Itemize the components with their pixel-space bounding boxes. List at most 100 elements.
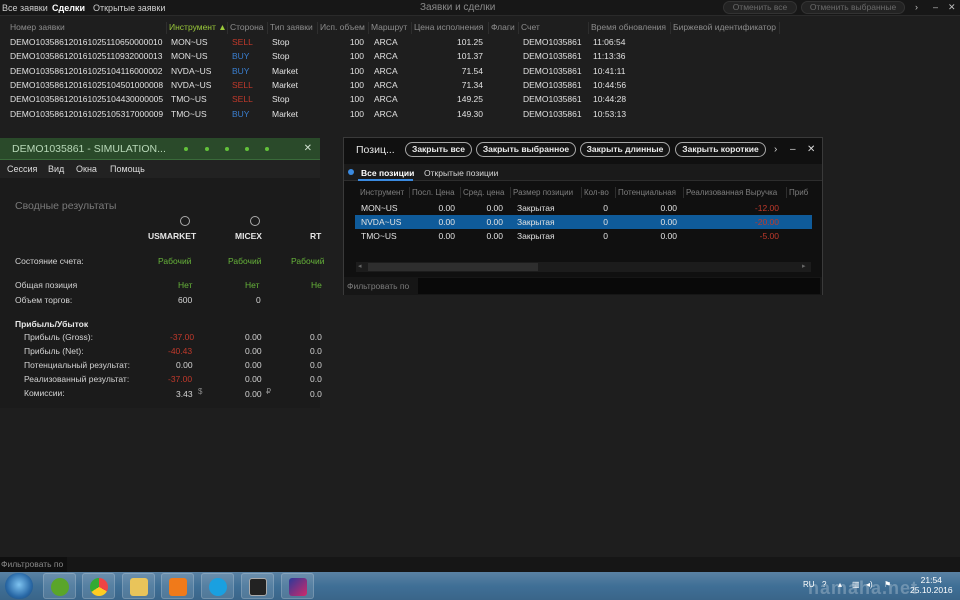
realized-result-value: 0.0 bbox=[310, 374, 322, 384]
taskbar-app-skype[interactable] bbox=[201, 573, 234, 599]
tab-open-positions[interactable]: Открытые позиции bbox=[424, 168, 498, 178]
trading-terminal-icon bbox=[289, 578, 307, 596]
col-position-size[interactable]: Размер позиции bbox=[513, 188, 573, 197]
close-icon[interactable]: ✕ bbox=[304, 143, 312, 154]
table-cell: SELL bbox=[232, 79, 253, 90]
position-cell: Закрытая bbox=[517, 203, 555, 213]
volume-icon[interactable]: ◂) bbox=[866, 580, 873, 589]
table-row[interactable]: DEMO103586120161025105317000009 TMO~US BUY… bbox=[0, 108, 960, 122]
taskbar-app-video[interactable] bbox=[241, 573, 274, 599]
col-quantity[interactable]: Кол-во bbox=[584, 188, 609, 197]
trades-filter-input[interactable] bbox=[67, 557, 960, 572]
minimize-icon[interactable]: – bbox=[790, 144, 796, 155]
taskbar-app-explorer[interactable] bbox=[122, 573, 155, 599]
system-clock[interactable]: 21:54 25.10.2016 bbox=[910, 575, 953, 595]
scrollbar-thumb[interactable] bbox=[368, 263, 538, 271]
position-row[interactable]: TMO~US 0.00 0.00 Закрытая 0 0.00 -5.00 bbox=[355, 229, 812, 243]
net-profit-value: 0.0 bbox=[310, 346, 322, 356]
tab-all-orders[interactable]: Все заявки bbox=[2, 3, 48, 13]
table-cell: Market bbox=[272, 79, 298, 90]
taskbar-app-utorrent[interactable] bbox=[43, 573, 76, 599]
close-short-button[interactable]: Закрыть короткие bbox=[675, 142, 766, 157]
col-exec-price[interactable]: Цена исполнения bbox=[414, 22, 483, 35]
table-cell: 100 bbox=[349, 51, 364, 62]
position-cell: 0.00 bbox=[660, 231, 677, 241]
start-button[interactable] bbox=[5, 573, 33, 599]
utorrent-icon bbox=[51, 578, 69, 596]
network-icon[interactable]: ▥ bbox=[852, 580, 860, 589]
menu-help[interactable]: Помощь bbox=[110, 164, 145, 174]
tab-open-orders[interactable]: Открытые заявки bbox=[93, 3, 165, 13]
tab-trades[interactable]: Сделки bbox=[52, 3, 85, 13]
table-row[interactable]: DEMO103586120161025104116000002 NVDA~US BU… bbox=[0, 65, 960, 79]
col-instrument[interactable]: Инструмент bbox=[360, 188, 404, 197]
ruble-icon: ₽ bbox=[266, 387, 272, 396]
horizontal-scrollbar[interactable]: ◂ ▸ bbox=[356, 262, 811, 272]
clock-date: 25.10.2016 bbox=[910, 585, 953, 595]
scroll-left-icon[interactable]: ◂ bbox=[358, 262, 362, 270]
cancel-all-button[interactable]: Отменить все bbox=[723, 1, 797, 14]
scroll-right-icon[interactable]: ▸ bbox=[802, 262, 806, 270]
market-rt: RT bbox=[310, 231, 322, 241]
col-route[interactable]: Маршрут bbox=[371, 22, 407, 35]
close-all-button[interactable]: Закрыть все bbox=[405, 142, 472, 157]
col-update-time[interactable]: Время обновления bbox=[591, 22, 666, 35]
close-icon[interactable]: ✕ bbox=[807, 144, 815, 155]
table-row[interactable]: DEMO103586120161025104501000008 NVDA~US SE… bbox=[0, 79, 960, 93]
taskbar-app-terminal[interactable] bbox=[281, 573, 314, 599]
language-indicator[interactable]: RU bbox=[803, 580, 815, 589]
table-row[interactable]: DEMO103586120161025110650000010 MON~US SEL… bbox=[0, 36, 960, 50]
taskbar-app-chrome[interactable] bbox=[82, 573, 115, 599]
position-cell: 0.00 bbox=[660, 203, 677, 213]
col-account[interactable]: Счет bbox=[521, 22, 540, 35]
col-exchange-id[interactable]: Биржевой идентификатор bbox=[673, 22, 776, 35]
close-icon[interactable]: ✕ bbox=[948, 2, 956, 13]
col-avg-price[interactable]: Сред. цена bbox=[463, 188, 504, 197]
clock-icon bbox=[180, 216, 190, 226]
table-cell: 10:44:56 bbox=[593, 79, 627, 90]
menu-session[interactable]: Сессия bbox=[7, 164, 37, 174]
menu-windows[interactable]: Окна bbox=[76, 164, 97, 174]
position-cell: 0.00 bbox=[438, 203, 455, 213]
col-last-price[interactable]: Посл. Цена bbox=[412, 188, 455, 197]
table-cell: 101.37 bbox=[457, 51, 483, 62]
help-icon[interactable]: ? bbox=[822, 580, 826, 589]
cancel-selected-button[interactable]: Отменить выбранные bbox=[801, 1, 905, 14]
flag-icon[interactable]: ⚑ bbox=[884, 580, 891, 589]
minimize-icon[interactable]: – bbox=[933, 2, 938, 12]
close-long-button[interactable]: Закрыть длинные bbox=[580, 142, 670, 157]
table-row[interactable]: DEMO103586120161025110932000013 MON~US BUY… bbox=[0, 50, 960, 64]
col-potential[interactable]: Потенциальная bbox=[618, 188, 676, 197]
position-row[interactable]: MON~US 0.00 0.00 Закрытая 0 0.00 -12.00 bbox=[355, 201, 812, 215]
col-side[interactable]: Сторона bbox=[230, 22, 264, 35]
chevron-up-icon[interactable]: ▴ bbox=[838, 580, 842, 589]
table-cell: ARCA bbox=[374, 94, 398, 105]
position-row[interactable]: NVDA~US 0.00 0.00 Закрытая 0 0.00 -20.00 bbox=[355, 215, 812, 229]
table-cell: ARCA bbox=[374, 37, 398, 47]
col-profit[interactable]: Приб bbox=[789, 188, 808, 197]
more-icon[interactable]: › bbox=[915, 2, 918, 12]
col-order-type[interactable]: Тип заявки bbox=[270, 22, 313, 35]
menu-view[interactable]: Вид bbox=[48, 164, 64, 174]
table-cell: MON~US bbox=[171, 51, 208, 62]
positions-filter-bar: Фильтровать по bbox=[344, 277, 822, 295]
total-position-label: Общая позиция bbox=[15, 280, 78, 290]
col-instrument[interactable]: Инструмент ▲ bbox=[169, 22, 227, 35]
more-icon[interactable]: › bbox=[774, 144, 777, 155]
total-position-value: Нет bbox=[245, 280, 260, 290]
tab-all-positions[interactable]: Все позиции bbox=[361, 168, 414, 178]
col-flags[interactable]: Флаги bbox=[491, 22, 515, 35]
close-selected-button[interactable]: Закрыть выбранное bbox=[476, 142, 576, 157]
account-panel-titlebar[interactable]: DEMO1035861 - SIMULATION... ✕ bbox=[0, 138, 320, 160]
col-order-number[interactable]: Номер заявки bbox=[10, 22, 65, 35]
table-cell: Market bbox=[272, 65, 298, 76]
taskbar-app-media[interactable] bbox=[161, 573, 194, 599]
col-exec-volume[interactable]: Исп. объем bbox=[320, 22, 365, 35]
col-realized[interactable]: Реализованная Выручка bbox=[686, 188, 777, 197]
table-row[interactable]: DEMO103586120161025104430000005 TMO~US SEL… bbox=[0, 93, 960, 107]
position-cell: 0.00 bbox=[438, 231, 455, 241]
positions-filter-input[interactable] bbox=[418, 278, 820, 294]
total-position-value: Нет bbox=[178, 280, 193, 290]
folder-icon bbox=[130, 578, 148, 596]
table-cell: DEMO1035861 bbox=[523, 94, 582, 105]
